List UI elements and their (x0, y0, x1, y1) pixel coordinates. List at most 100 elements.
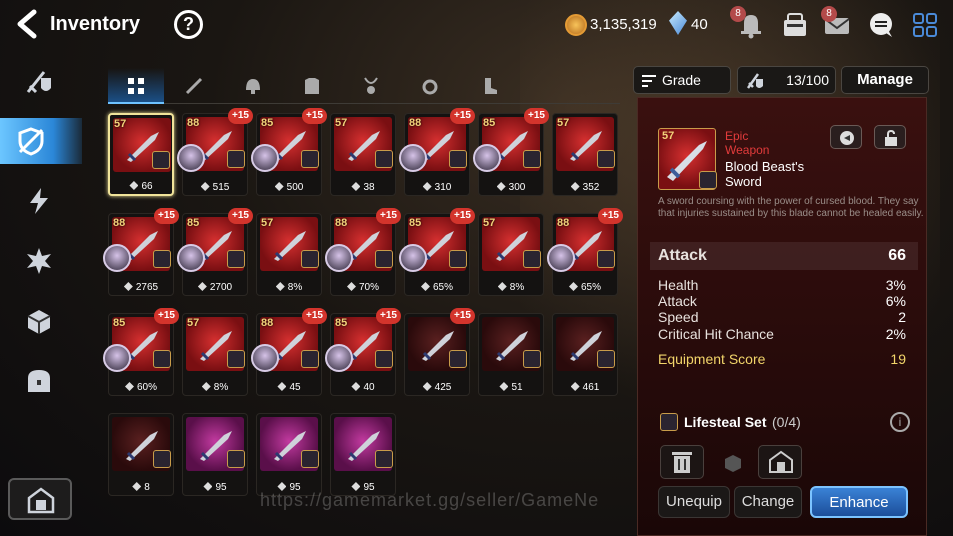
equipment-item[interactable]: 85 +15 2700 (177, 208, 253, 296)
stat-icon (203, 482, 213, 491)
item-level: 88 (409, 117, 422, 129)
equipment-item[interactable]: 88 +15 310 (399, 108, 475, 196)
tab-armor[interactable] (284, 68, 340, 104)
set-info-row: Lifesteal Set (0/4) i (650, 410, 918, 436)
equipment-item[interactable]: 88 +15 2765 (103, 208, 179, 296)
set-icon (301, 150, 319, 168)
hero-avatar (547, 244, 575, 272)
item-main-stat: 66 (110, 181, 172, 192)
chat-button[interactable] (866, 10, 896, 40)
storage-button[interactable] (8, 478, 72, 520)
share-icon (840, 131, 854, 145)
sidebar-item-equipment[interactable] (0, 118, 82, 164)
substat-value: 2 (898, 309, 906, 325)
top-bar: Inventory ? 3,135,319 40 8 8 (0, 0, 953, 50)
help-button[interactable]: ? (174, 10, 203, 39)
equipment-item[interactable]: 51 (478, 313, 544, 396)
manage-button[interactable]: Manage (841, 66, 929, 94)
sidebar-item-catalyst[interactable] (8, 238, 70, 284)
change-button[interactable]: Change (734, 486, 802, 518)
stat-value: 51 (511, 382, 523, 393)
equipment-item[interactable]: 85 +15 500 (251, 108, 327, 196)
item-level: 57 (483, 217, 496, 229)
hero-avatar (177, 244, 205, 272)
equipment-item[interactable]: 85 +15 65% (399, 208, 475, 296)
stat-value: 8% (287, 282, 303, 293)
set-icon (227, 350, 245, 368)
stat-icon (351, 182, 361, 191)
lock-button[interactable] (874, 125, 906, 149)
sidebar (0, 55, 82, 536)
enhance-button[interactable]: Enhance (810, 486, 908, 518)
discard-button[interactable] (660, 445, 704, 479)
equipment-item[interactable]: 95 (182, 413, 248, 496)
equipment-item[interactable]: 461 (552, 313, 618, 396)
equipment-item[interactable]: 8 (108, 413, 174, 496)
share-button[interactable] (830, 125, 862, 149)
equipment-item[interactable]: 57 8% (478, 213, 544, 296)
equipment-item[interactable]: 57 352 (552, 113, 618, 196)
item-detail-panel: 57 Epic Weapon Blood Beast's Sword A swo… (637, 97, 927, 536)
equipment-item[interactable]: 88 +15 45 (251, 308, 327, 396)
armor-icon (305, 78, 319, 94)
tab-ring[interactable] (402, 68, 458, 104)
item-level: 88 (557, 217, 570, 229)
equipment-item[interactable]: 95 (330, 413, 396, 496)
stat-value: 66 (141, 181, 153, 192)
dice-icon (725, 455, 741, 472)
equipment-item[interactable]: 57 8% (256, 213, 322, 296)
item-main-stat: 461 (553, 382, 617, 393)
item-main-stat: 95 (183, 482, 247, 493)
tab-all[interactable] (108, 68, 164, 104)
enhance-badge: +15 (376, 308, 401, 324)
set-icon (227, 250, 245, 268)
equipment-item[interactable]: 88 +15 70% (325, 208, 401, 296)
capacity-box[interactable]: 13/100 (737, 66, 836, 94)
sidebar-item-chest[interactable] (8, 358, 70, 404)
item-main-stat: 2765 (109, 282, 173, 293)
equipment-item[interactable]: 88 +15 515 (177, 108, 253, 196)
unequip-button[interactable]: Unequip (658, 486, 730, 518)
stat-value: 2700 (209, 282, 233, 293)
stat-icon (496, 182, 506, 191)
equipment-item[interactable]: +15 425 (404, 308, 475, 396)
sidebar-item-material[interactable] (8, 298, 70, 344)
tab-weapon[interactable] (166, 68, 222, 104)
tab-helmet[interactable] (225, 68, 281, 104)
store-gear-button[interactable] (758, 445, 802, 479)
shop-button[interactable] (780, 10, 810, 40)
equipment-item[interactable]: 57 66 (108, 113, 174, 196)
stat-value: 461 (582, 382, 600, 393)
item-level: 88 (261, 317, 274, 329)
equipment-item[interactable]: 85 +15 300 (473, 108, 549, 196)
stat-icon (420, 282, 430, 291)
item-main-stat: 51 (479, 382, 543, 393)
lock-gear-button[interactable] (710, 445, 754, 479)
sidebar-item-artifact[interactable] (8, 178, 70, 224)
enhance-badge: +15 (228, 108, 253, 124)
equipment-item[interactable]: 57 38 (330, 113, 396, 196)
grade-sort-button[interactable]: Grade (633, 66, 731, 94)
item-main-stat: 8% (479, 282, 543, 293)
selected-item-image: 57 (658, 128, 717, 190)
menu-button[interactable] (910, 10, 940, 40)
stat-icon (275, 282, 285, 291)
enhance-badge: +15 (228, 208, 253, 224)
tab-boots[interactable] (461, 68, 517, 104)
equipment-item[interactable]: 85 +15 60% (103, 308, 179, 396)
enhance-badge: +15 (154, 208, 179, 224)
equipment-item[interactable]: 88 +15 65% (547, 208, 623, 296)
equipment-item[interactable]: 57 8% (182, 313, 248, 396)
stat-icon (124, 382, 134, 391)
stat-value: 70% (358, 282, 379, 293)
enhance-badge: +15 (450, 308, 475, 324)
equipment-item[interactable]: 95 (256, 413, 322, 496)
item-main-stat: 310 (405, 182, 469, 193)
tab-necklace[interactable] (343, 68, 399, 104)
stat-icon (422, 182, 432, 191)
back-button[interactable] (14, 9, 42, 39)
item-name: Blood Beast's Sword (725, 159, 805, 189)
info-icon[interactable]: i (890, 412, 910, 432)
equipment-item[interactable]: 85 +15 40 (325, 308, 401, 396)
sidebar-item-gear[interactable] (8, 58, 70, 104)
